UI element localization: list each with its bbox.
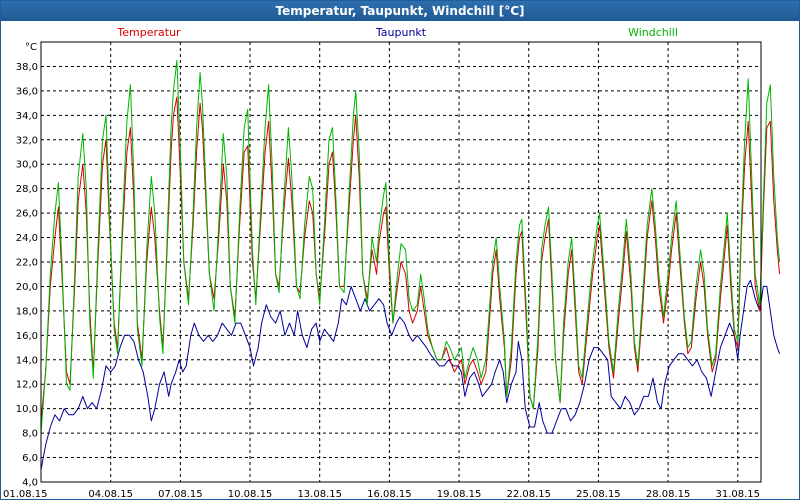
y-tick-label: 36,0 — [16, 86, 38, 97]
y-tick-label: 24,0 — [16, 233, 38, 244]
legend-windchill: Windchill — [628, 26, 678, 39]
legend-taupunkt: Taupunkt — [375, 26, 427, 39]
x-tick-label: 19.08.15 — [437, 489, 482, 500]
chart-canvas: 4,0 6,0 8,0 10,0 12,0 14,0 16,0 18,0 20,0 22,0 24,… — [3, 26, 781, 500]
window-title: Temperatur, Taupunkt, Windchill [°C] — [1, 1, 799, 21]
x-tick-label: 01.08.15 — [3, 489, 48, 500]
x-tick-labels: 01.08.15 04.08.15 07.08.15 10.08.15 13.08.15… — [3, 489, 760, 500]
y-tick-label: 8,0 — [22, 429, 38, 440]
legend-temperatur: Temperatur — [116, 26, 181, 39]
x-tick-label: 28.08.15 — [646, 489, 691, 500]
y-tick-label: 6,0 — [22, 453, 38, 464]
x-tick-label: 31.08.15 — [716, 489, 761, 500]
x-tick-label: 04.08.15 — [88, 489, 133, 500]
y-tick-labels: 4,0 6,0 8,0 10,0 12,0 14,0 16,0 18,0 20,0 22,0 24,… — [16, 62, 38, 489]
x-tick-label: 13.08.15 — [297, 489, 342, 500]
y-tick-label: 22,0 — [16, 258, 38, 269]
y-tick-label: 10,0 — [16, 404, 38, 415]
y-tick-label: 20,0 — [16, 282, 38, 293]
x-tick-label: 22.08.15 — [506, 489, 551, 500]
y-axis-unit-label: °C — [25, 42, 37, 53]
y-tick-label: 12,0 — [16, 380, 38, 391]
chart-window: Temperatur, Taupunkt, Windchill [°C] 4,0… — [0, 0, 800, 500]
y-tick-label: 18,0 — [16, 306, 38, 317]
y-tick-label: 4,0 — [22, 478, 38, 489]
x-tick-label: 16.08.15 — [367, 489, 412, 500]
y-tick-label: 32,0 — [16, 135, 38, 146]
x-tick-label: 25.08.15 — [576, 489, 621, 500]
y-tick-label: 38,0 — [16, 62, 38, 73]
y-tick-label: 14,0 — [16, 355, 38, 366]
y-tick-label: 30,0 — [16, 160, 38, 171]
x-tick-label: 10.08.15 — [228, 489, 273, 500]
y-tick-label: 28,0 — [16, 184, 38, 195]
y-tick-label: 26,0 — [16, 209, 38, 220]
y-tick-label: 16,0 — [16, 331, 38, 342]
x-tick-label: 07.08.15 — [158, 489, 203, 500]
y-tick-label: 34,0 — [16, 111, 38, 122]
